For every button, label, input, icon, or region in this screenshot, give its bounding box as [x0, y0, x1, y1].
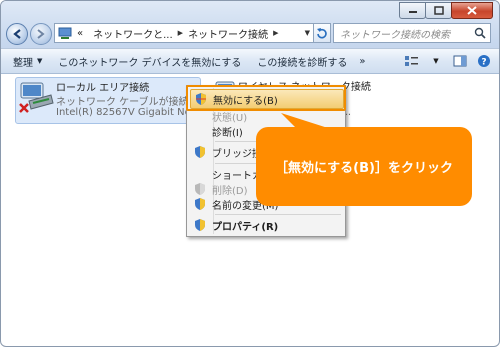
chevron-down-icon: ▼: [433, 57, 439, 65]
view-list-icon: [405, 56, 418, 66]
organize-label: 整理: [13, 57, 33, 69]
search-box[interactable]: ネットワーク接続の検索: [333, 23, 491, 43]
back-arrow-icon: [13, 29, 21, 39]
explorer-window: « ネットワークと... ▶ ネットワーク接続 ▶ ▼ ネットワーク接続の検索 …: [0, 0, 500, 347]
view-dropdown-button[interactable]: ▼: [427, 53, 445, 69]
chevron-down-icon: ▼: [37, 57, 43, 65]
breadcrumb-separator-icon[interactable]: ▶: [178, 29, 183, 37]
instruction-callout: ［無効にする(B)］をクリック: [256, 127, 472, 206]
minimize-button[interactable]: [399, 2, 426, 19]
refresh-icon: [317, 28, 327, 39]
highlight-frame: [186, 85, 346, 111]
menu-item-properties[interactable]: プロパティ(R): [190, 216, 342, 234]
callout-text: ［無効にする(B)］をクリック: [275, 161, 453, 176]
address-bar[interactable]: « ネットワークと... ▶ ネットワーク接続 ▶ ▼: [54, 23, 315, 43]
uac-shield-icon: [195, 219, 205, 231]
window-controls: [399, 2, 493, 19]
organize-menu[interactable]: 整理 ▼: [13, 54, 42, 69]
view-controls: ▼ ?: [397, 53, 493, 69]
preview-pane-button[interactable]: [451, 53, 469, 69]
close-icon: [467, 6, 477, 15]
diagnose-connection-button[interactable]: この接続を診断する: [257, 54, 347, 69]
search-input[interactable]: ネットワーク接続の検索: [340, 26, 474, 41]
more-commands-button[interactable]: »: [359, 56, 365, 67]
uac-shield-icon: [195, 198, 205, 210]
minimize-icon: [408, 10, 417, 13]
command-bar: 整理 ▼ このネットワーク デバイスを無効にする この接続を診断する » ▼ ?: [1, 48, 499, 74]
address-dropdown-icon[interactable]: ▼: [305, 29, 310, 37]
svg-text:?: ?: [481, 58, 486, 68]
refresh-button[interactable]: [313, 23, 331, 43]
connection-name: ローカル エリア接続: [56, 83, 150, 94]
menu-item-label: 診断(I): [212, 127, 243, 139]
back-button[interactable]: [6, 23, 28, 45]
uac-shield-icon: [195, 146, 205, 158]
network-folder-icon: [58, 27, 72, 39]
help-icon: ?: [478, 55, 490, 68]
breadcrumb-network-and[interactable]: ネットワークと...: [93, 26, 173, 41]
maximize-button[interactable]: [425, 2, 452, 19]
preview-pane-icon: [453, 55, 467, 67]
window-chrome: « ネットワークと... ▶ ネットワーク接続 ▶ ▼ ネットワーク接続の検索 …: [1, 1, 499, 74]
forward-button[interactable]: [30, 23, 52, 45]
disconnected-x-icon: [19, 103, 29, 113]
uac-shield-icon: [195, 183, 205, 195]
change-view-button[interactable]: [403, 53, 421, 69]
disable-device-button[interactable]: このネットワーク デバイスを無効にする: [58, 54, 241, 69]
close-button[interactable]: [451, 2, 493, 19]
help-button[interactable]: ?: [475, 53, 493, 69]
search-icon[interactable]: [474, 27, 486, 39]
forward-arrow-icon: [37, 29, 45, 39]
maximize-icon: [433, 6, 444, 15]
address-prefix[interactable]: «: [77, 28, 83, 39]
breadcrumb-network-connections[interactable]: ネットワーク接続: [188, 26, 268, 41]
menu-separator: [215, 214, 341, 215]
menu-item-label: プロパティ(R): [212, 221, 279, 233]
breadcrumb-separator-icon[interactable]: ▶: [273, 29, 278, 37]
